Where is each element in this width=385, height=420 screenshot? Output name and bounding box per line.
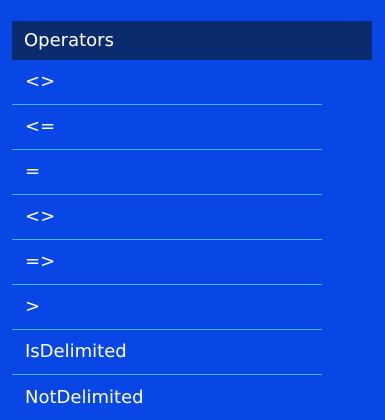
operator-item-less-or-equal[interactable]: <= [12, 105, 322, 150]
operator-label: > [25, 296, 41, 317]
operator-item-equal[interactable]: = [12, 150, 322, 195]
operator-item-not-equal-2[interactable]: <> [12, 195, 322, 240]
operator-label: NotDelimited [25, 386, 144, 408]
operator-label: => [25, 251, 56, 272]
operator-label: <> [25, 71, 56, 92]
operator-label: <= [25, 116, 56, 137]
operators-header: Operators [12, 21, 372, 60]
operator-label: <> [25, 206, 56, 227]
operator-item-not-delimited[interactable]: NotDelimited [12, 375, 322, 420]
operator-item-is-delimited[interactable]: IsDelimited [12, 330, 322, 375]
operator-label: = [25, 161, 41, 182]
operators-title: Operators [24, 29, 114, 51]
operator-item-greater[interactable]: > [12, 285, 322, 330]
operators-list: <> <= = <> => > IsDelimited NotDelimited [12, 60, 322, 420]
operator-label: IsDelimited [25, 341, 127, 362]
operators-panel: Operators <> <= = <> => > IsDelimited No… [0, 0, 385, 419]
operator-item-not-equal[interactable]: <> [12, 60, 322, 105]
operator-item-equal-greater[interactable]: => [12, 240, 322, 285]
